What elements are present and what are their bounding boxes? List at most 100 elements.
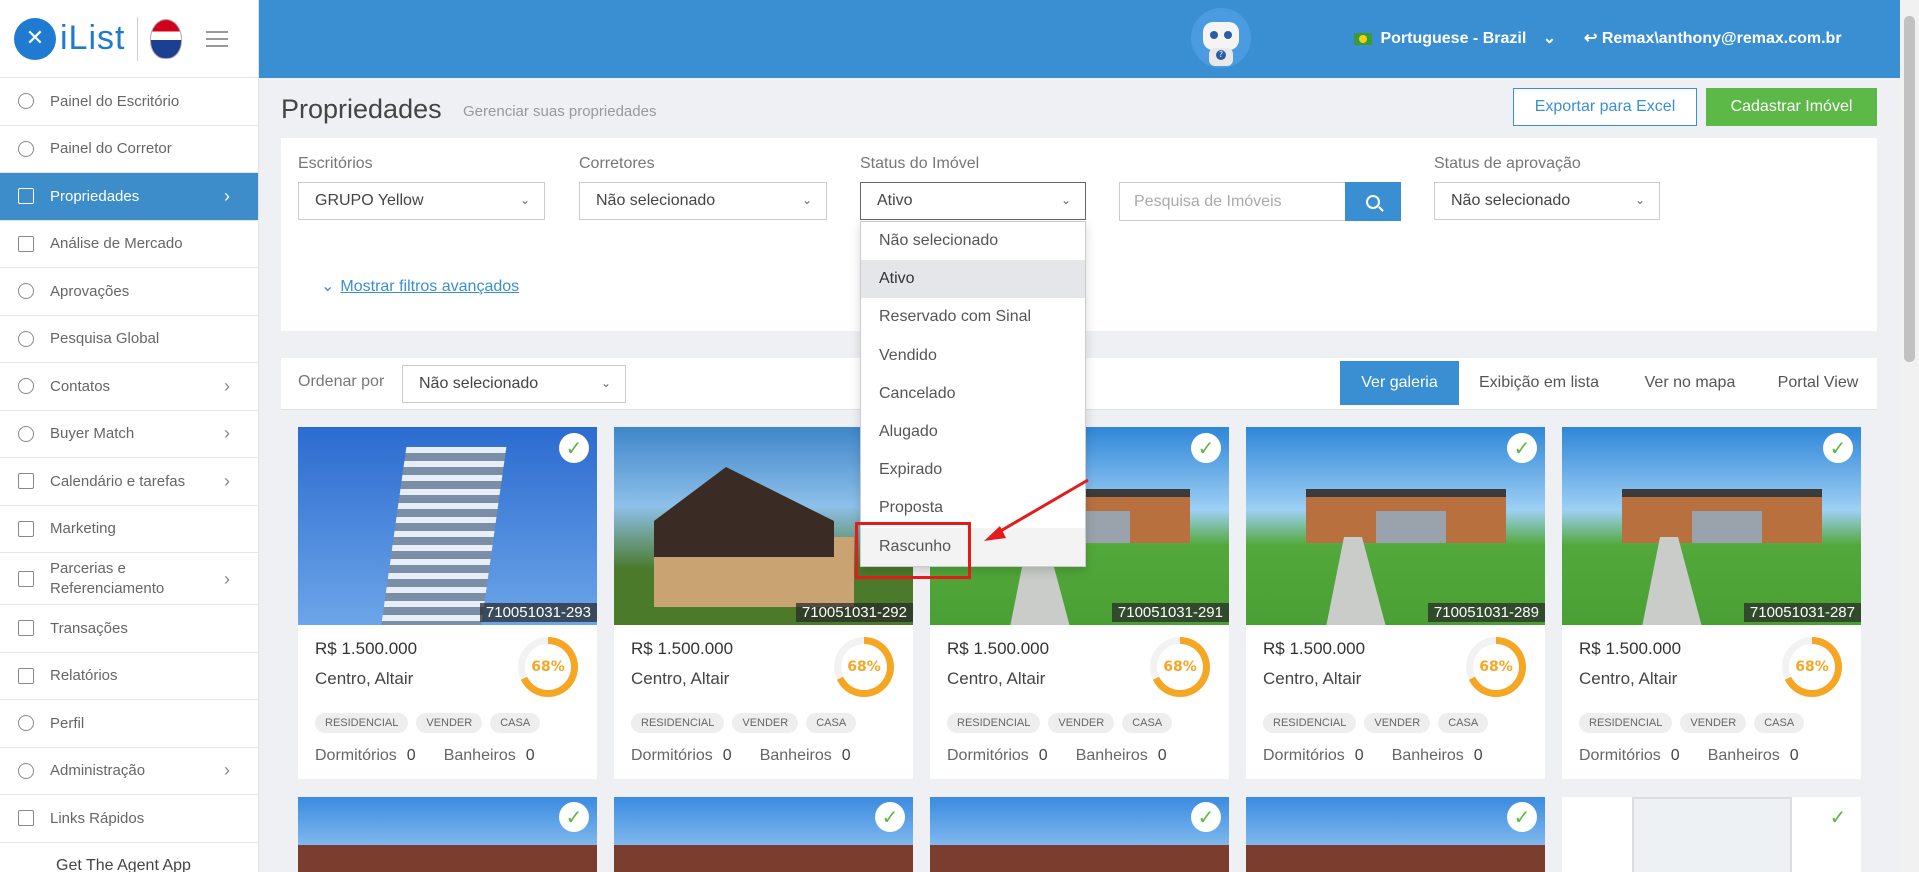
approved-check-icon: ✓ xyxy=(1191,802,1221,832)
top-bar: ? Portuguese - Brazil ⌄ ↩ Remax\anthony@… xyxy=(259,0,1900,78)
tag-residencial: RESIDENCIAL xyxy=(1579,713,1673,733)
property-card-partial[interactable]: ✓ xyxy=(1562,797,1861,872)
baths-label: Banheiros xyxy=(443,747,516,764)
offices-value: GRUPO Yellow xyxy=(315,192,424,209)
completion-score: 68% xyxy=(1789,644,1835,690)
status-select[interactable]: Ativo ⌄ xyxy=(860,182,1086,220)
property-card-partial[interactable]: ✓ xyxy=(614,797,913,872)
property-location: Centro, Altair xyxy=(631,669,730,688)
sidebar-item-propriedades[interactable]: Propriedades › xyxy=(0,173,258,221)
book-icon xyxy=(18,520,34,537)
agents-select[interactable]: Não selecionado ⌄ xyxy=(579,182,827,220)
sidebar-item-administracao[interactable]: Administração › xyxy=(0,748,258,795)
tab-gallery-view[interactable]: Ver galeria xyxy=(1340,361,1459,405)
tag-vender: VENDER xyxy=(1680,713,1747,733)
sidebar-item-parcerias[interactable]: Parcerias e Referenciamento › xyxy=(0,553,258,605)
baths-value: 0 xyxy=(1473,747,1483,764)
sidebar-item-painel-corretor[interactable]: Painel do Corretor xyxy=(0,126,258,173)
advanced-filters-link[interactable]: ⌄ Mostrar filtros avançados xyxy=(321,276,519,296)
sidebar-item-painel-escritorio[interactable]: Painel do Escritório xyxy=(0,78,258,126)
baths-value: 0 xyxy=(525,747,535,764)
sort-select[interactable]: Não selecionado ⌄ xyxy=(402,365,626,403)
property-card-partial[interactable]: ✓ xyxy=(1246,797,1545,872)
sort-label: Ordenar por xyxy=(298,373,385,390)
sidebar-item-analise-mercado[interactable]: Análise de Mercado xyxy=(0,221,258,268)
property-card[interactable]: ✓ 710051031-293 R$ 1.500.000 Centro, Alt… xyxy=(298,427,597,779)
sidebar-item-marketing[interactable]: Marketing xyxy=(0,506,258,553)
sidebar-item-relatorios[interactable]: Relatórios xyxy=(0,653,258,700)
property-card-partial[interactable]: ✓ xyxy=(298,797,597,872)
sidebar-item-label: Marketing xyxy=(50,520,116,538)
tab-list-view[interactable]: Exibição em lista xyxy=(1462,361,1616,405)
property-code: 710051031-292 xyxy=(795,603,913,622)
property-price: R$ 1.500.000 xyxy=(947,639,1050,658)
approved-check-icon: ✓ xyxy=(1823,433,1853,463)
get-agent-app-link[interactable]: Get The Agent App xyxy=(56,857,191,872)
property-card-partial[interactable]: ✓ xyxy=(930,797,1229,872)
bedrooms-label: Dormitórios xyxy=(1579,747,1661,764)
tab-portal-view[interactable]: Portal View xyxy=(1763,361,1873,405)
sidebar-item-transacoes[interactable]: Transações xyxy=(0,605,258,653)
completion-score: 68% xyxy=(1157,644,1203,690)
tab-map-view[interactable]: Ver no mapa xyxy=(1625,361,1755,405)
robot-assistant-icon[interactable]: ? xyxy=(1191,8,1251,68)
tag-residencial: RESIDENCIAL xyxy=(1263,713,1357,733)
contacts-icon xyxy=(18,378,34,395)
property-card[interactable]: ✓ 710051031-287 R$ 1.500.000 Centro, Alt… xyxy=(1562,427,1861,779)
property-location: Centro, Altair xyxy=(1579,669,1678,688)
approval-label: Status de aprovação xyxy=(1434,155,1581,172)
create-property-button[interactable]: Cadastrar Imóvel xyxy=(1706,88,1877,126)
sidebar-item-aprovacoes[interactable]: Aprovações xyxy=(0,268,258,316)
sidebar-item-pesquisa-global[interactable]: Pesquisa Global xyxy=(0,316,258,363)
approved-check-icon: ✓ xyxy=(559,433,589,463)
status-option-cancelado[interactable]: Cancelado xyxy=(861,375,1085,413)
language-selector[interactable]: Portuguese - Brazil ⌄ xyxy=(1354,28,1556,48)
bar-chart-icon xyxy=(18,235,34,252)
offices-select[interactable]: GRUPO Yellow ⌄ xyxy=(298,182,545,220)
status-option-nao-selecionado[interactable]: Não selecionado xyxy=(861,222,1085,260)
property-code: 710051031-291 xyxy=(1111,603,1229,622)
completion-score-ring: 68% xyxy=(1150,637,1210,697)
approved-check-icon: ✓ xyxy=(1191,433,1221,463)
approved-check-icon: ✓ xyxy=(1823,802,1853,832)
scrollbar-thumb[interactable] xyxy=(1904,16,1915,362)
chevron-down-icon: ⌄ xyxy=(1634,193,1645,207)
status-option-reservado[interactable]: Reservado com Sinal xyxy=(861,298,1085,336)
status-option-ativo[interactable]: Ativo xyxy=(861,260,1085,299)
briefcase-icon xyxy=(18,620,34,637)
property-card[interactable]: ✓ 710051031-289 R$ 1.500.000 Centro, Alt… xyxy=(1246,427,1545,779)
search-button[interactable] xyxy=(1345,182,1401,221)
hamburger-menu-icon[interactable] xyxy=(206,26,229,52)
property-location: Centro, Altair xyxy=(1263,669,1362,688)
property-image xyxy=(1246,427,1545,625)
sidebar-item-buyer-match[interactable]: Buyer Match › xyxy=(0,411,258,458)
sidebar-item-label: Buyer Match xyxy=(50,425,135,443)
agents-label: Corretores xyxy=(579,155,655,172)
status-option-vendido[interactable]: Vendido xyxy=(861,337,1085,375)
status-option-alugado[interactable]: Alugado xyxy=(861,413,1085,451)
sidebar-item-calendario[interactable]: Calendário e tarefas › xyxy=(0,458,258,506)
property-price: R$ 1.500.000 xyxy=(1263,639,1366,658)
property-price: R$ 1.500.000 xyxy=(1579,639,1682,658)
app-logo-text: iList xyxy=(60,19,126,57)
export-excel-button[interactable]: Exportar para Excel xyxy=(1513,88,1697,126)
property-search-input[interactable]: Pesquisa de Imóveis xyxy=(1119,182,1346,221)
user-menu[interactable]: ↩ Remax\anthony@remax.com.br xyxy=(1584,28,1842,48)
bedrooms-value: 0 xyxy=(1354,747,1364,764)
sidebar-item-contatos[interactable]: Contatos › xyxy=(0,363,258,411)
sidebar-item-perfil[interactable]: Perfil xyxy=(0,700,258,748)
sidebar-item-label: Relatórios xyxy=(50,667,118,685)
completion-score-ring: 68% xyxy=(834,637,894,697)
handshake-icon xyxy=(18,570,34,587)
user-icon xyxy=(18,425,34,442)
baths-value: 0 xyxy=(841,747,851,764)
baths-label: Banheiros xyxy=(1075,747,1148,764)
bedrooms-value: 0 xyxy=(722,747,732,764)
approval-select[interactable]: Não selecionado ⌄ xyxy=(1434,182,1660,220)
search-icon xyxy=(1366,194,1380,209)
rooms-info: Dormitórios 0 Banheiros 0 xyxy=(631,747,879,765)
approved-check-icon: ✓ xyxy=(875,802,905,832)
logout-arrow-icon: ↩ xyxy=(1584,30,1598,47)
logo-divider xyxy=(137,16,139,61)
sidebar-item-links-rapidos[interactable]: Links Rápidos xyxy=(0,795,258,843)
